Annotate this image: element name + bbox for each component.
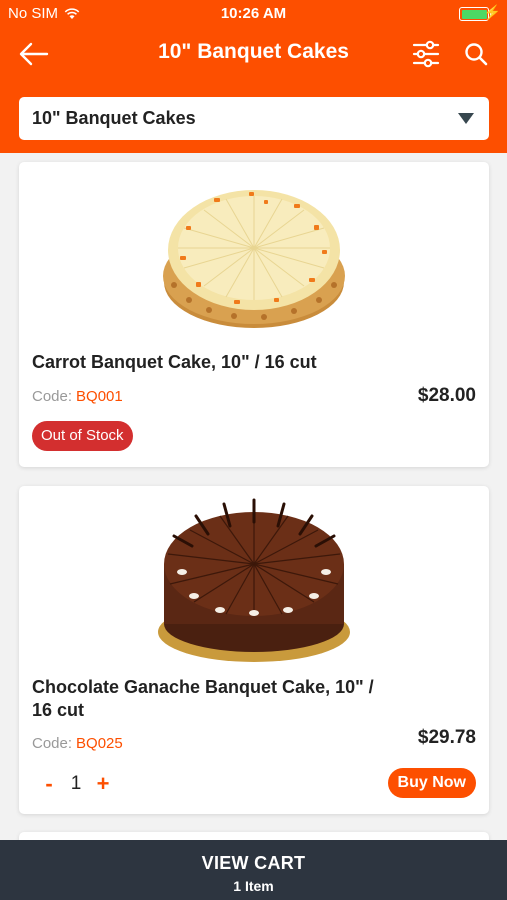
product-card[interactable]: Chocolate Ganache Banquet Cake, 10" / 16… (19, 486, 489, 814)
carrot-cake-image (163, 190, 345, 328)
filter-sliders-icon[interactable] (410, 38, 442, 70)
quantity-stepper: - 1 + (41, 771, 111, 797)
product-card[interactable]: Carrot Banquet Cake, 10" / 16 cut Code: B… (19, 162, 489, 467)
out-of-stock-badge: Out of Stock (32, 421, 133, 451)
status-bar: No SIM 10:26 AM ⚡ (0, 0, 507, 28)
nav-bar: 10" Banquet Cakes (0, 28, 507, 80)
product-code-label: Code: (32, 735, 73, 752)
quantity-value: 1 (70, 773, 82, 794)
product-name[interactable]: Carrot Banquet Cake, 10" / 16 cut (32, 351, 317, 374)
product-name[interactable]: Chocolate Ganache Banquet Cake, 10" / 16… (32, 676, 392, 722)
status-time: 10:26 AM (220, 5, 287, 22)
category-dropdown-value: 10" Banquet Cakes (32, 108, 196, 128)
buy-now-button[interactable]: Buy Now (387, 768, 476, 798)
view-cart-label: VIEW CART (201, 853, 306, 873)
product-code-label: Code: (32, 388, 73, 405)
product-code-row: Code: BQ025 (32, 735, 123, 752)
category-dropdown[interactable]: 10" Banquet Cakes (19, 97, 489, 140)
charging-icon: ⚡ (483, 4, 501, 20)
chevron-down-icon (458, 113, 474, 124)
product-price: $29.78 (417, 727, 476, 748)
chocolate-cake-image (158, 498, 350, 662)
search-icon[interactable] (462, 40, 490, 68)
cart-item-count: 1 Item (233, 878, 274, 894)
product-code-row: Code: BQ001 (32, 388, 123, 405)
product-code: BQ025 (76, 735, 123, 752)
product-code: BQ001 (76, 388, 123, 405)
product-price: $28.00 (417, 385, 476, 406)
increase-quantity-button[interactable]: + (95, 771, 111, 797)
view-cart-bar[interactable]: VIEW CART 1 Item (0, 840, 507, 900)
decrease-quantity-button[interactable]: - (41, 771, 57, 797)
